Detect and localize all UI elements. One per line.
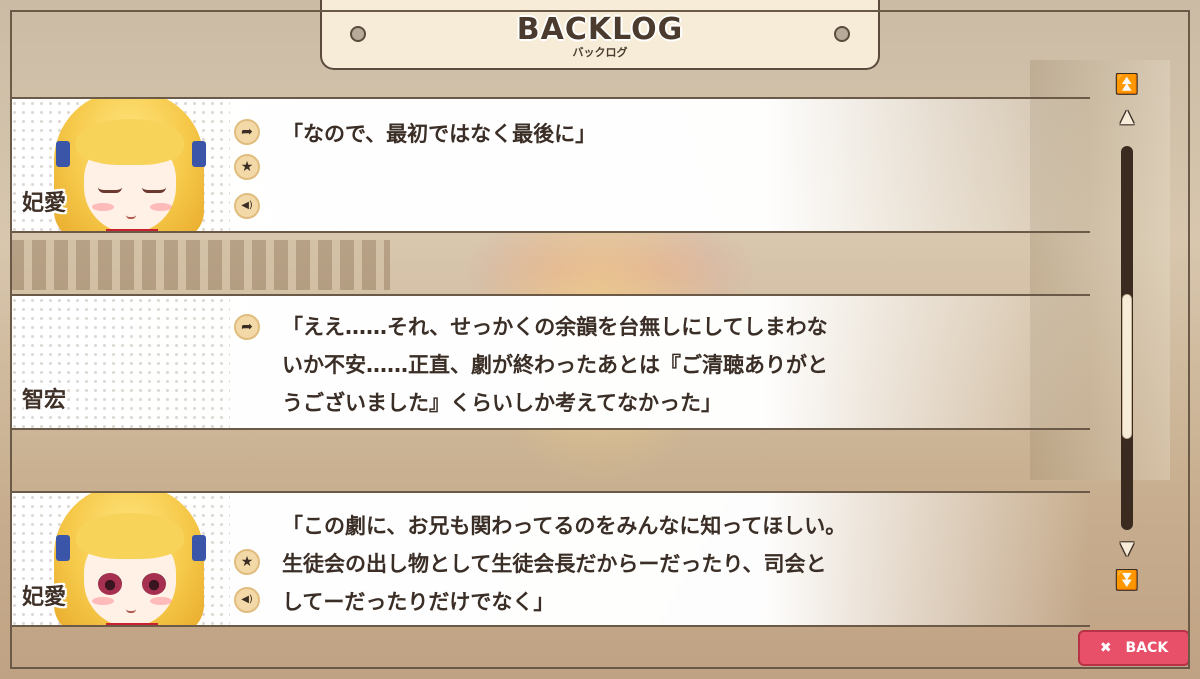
speaker-name: 妃愛 [22,191,67,216]
back-button-label: BACK [1125,640,1169,656]
jump-icon[interactable]: ➦ [234,314,260,340]
scrollbar-thumb[interactable] [1122,294,1132,439]
jump-icon[interactable]: ➦ [234,119,260,145]
page-subtitle: バックログ [572,46,628,59]
speaker-name: 妃愛 [22,585,67,610]
dialogue-text: 「この劇に、お兄も関わってるのをみんなに知ってほしい。 生徒会の出し物として生徒… [282,514,847,614]
scroll-up-button[interactable]: ▲ [1114,106,1140,128]
voice-replay-icon[interactable]: ◀) [234,193,260,219]
scrollbar-track[interactable] [1121,146,1133,530]
character-portrait [46,493,216,625]
background-bookshelf [10,240,390,290]
favorite-star-icon[interactable]: ★ [234,549,260,575]
page-bottom-button[interactable]: ⏬ [1114,570,1140,592]
voice-replay-icon[interactable]: ◀) [234,587,260,613]
scroll-down-button[interactable]: ▼ [1114,538,1140,560]
speaker-name: 智宏 [22,388,67,413]
backlog-entry: 智宏 ➦ 「ええ……それ、せっかくの余韻を台無しにしてしまわな いか不安……正直… [10,294,1090,430]
backlog-entry: 妃愛 ➦ ★ ◀) 「なので、最初ではなく最後に」 [10,97,1090,233]
close-icon: ✖ [1099,640,1112,656]
backlog-header: BACKLOG バックログ [320,0,880,70]
character-portrait [46,99,216,231]
backlog-entry: 妃愛 ★ ◀) 「この劇に、お兄も関わってるのをみんなに知ってほしい。 生徒会の… [10,491,1090,627]
favorite-star-icon[interactable]: ★ [234,154,260,180]
back-button[interactable]: ✖ BACK [1078,630,1190,666]
header-bolt-right [834,26,850,42]
page-title: BACKLOG [516,12,684,47]
dialogue-text: 「ええ……それ、せっかくの余韻を台無しにしてしまわな いか不安……正直、劇が終わ… [282,315,828,415]
dialogue-text: 「なので、最初ではなく最後に」 [282,122,597,146]
page-top-button[interactable]: ⏫ [1114,74,1140,96]
